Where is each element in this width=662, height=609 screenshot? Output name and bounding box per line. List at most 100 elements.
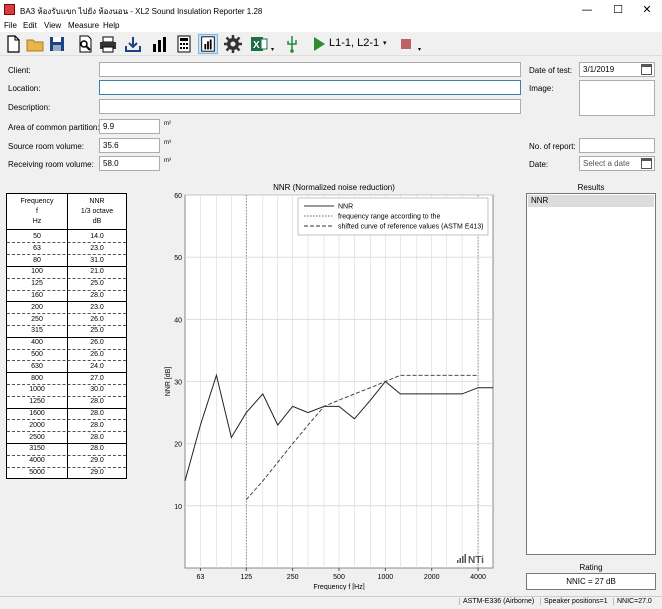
table-cell-nnr: 28.0 bbox=[90, 410, 104, 417]
table-cell-nnr: 24.0 bbox=[90, 362, 104, 370]
play-icon[interactable] bbox=[309, 34, 329, 54]
table-cell-nnr: 25.0 bbox=[90, 327, 104, 335]
close-button[interactable]: ✕ bbox=[632, 0, 662, 20]
date-of-test-value: 3/1/2019 bbox=[583, 65, 615, 74]
status-standard: ASTM-E336 (Airborne) bbox=[459, 598, 534, 605]
new-file-icon[interactable] bbox=[3, 34, 23, 54]
legend-label: frequency range according to the bbox=[338, 214, 440, 221]
description-input[interactable] bbox=[99, 99, 521, 114]
bar-chart-icon[interactable] bbox=[149, 34, 169, 54]
usb-icon[interactable] bbox=[282, 34, 302, 54]
menu-file[interactable]: File bbox=[4, 21, 17, 30]
table-cell-nnr: 28.0 bbox=[90, 421, 104, 429]
table-cell-frequency: 2500 bbox=[29, 433, 45, 441]
settings-gear-icon[interactable] bbox=[223, 34, 243, 54]
table-row-divider bbox=[7, 242, 126, 244]
table-cell-frequency: 80 bbox=[33, 256, 41, 264]
table-cell-nnr: 26.0 bbox=[90, 315, 104, 323]
table-cell-frequency: 1600 bbox=[29, 410, 45, 417]
location-input[interactable] bbox=[99, 80, 521, 95]
menu-help[interactable]: Help bbox=[103, 21, 119, 30]
menu-edit[interactable]: Edit bbox=[23, 21, 37, 30]
date-of-test-picker[interactable]: 3/1/2019 bbox=[579, 62, 655, 77]
position-dropdown-icon[interactable]: ▾ bbox=[383, 39, 387, 47]
table-cell-frequency: 1000 bbox=[29, 386, 45, 394]
title-bar: BA3 ห้องรับแขก ไปยัง ห้องนอน - XL2 Sound… bbox=[0, 0, 662, 20]
toolbar: X ▾ L1-1, L2-1 ▾ ▾ bbox=[0, 32, 662, 56]
table-cell-frequency: 500 bbox=[31, 351, 43, 358]
y-tick-label: 30 bbox=[174, 380, 182, 387]
table-cell-nnr: 30.0 bbox=[90, 386, 104, 394]
y-axis-label: NNR [dB] bbox=[165, 367, 172, 397]
stop-icon[interactable] bbox=[396, 34, 416, 54]
table-row-divider bbox=[7, 454, 126, 456]
client-input[interactable] bbox=[99, 62, 521, 77]
receiving-volume-input[interactable] bbox=[99, 156, 160, 171]
save-icon[interactable] bbox=[47, 34, 67, 54]
table-cell-frequency: 160 bbox=[31, 292, 43, 299]
table-row-divider bbox=[7, 442, 126, 444]
header-line: 1/3 octave bbox=[80, 208, 114, 215]
receiving-volume-label: Receiving room volume: bbox=[8, 160, 94, 169]
minimize-button[interactable]: — bbox=[572, 0, 602, 20]
description-label: Description: bbox=[8, 103, 51, 112]
rating-title: Rating bbox=[579, 563, 603, 572]
table-cell-nnr: 31.0 bbox=[90, 256, 104, 264]
table-cell-nnr: 28.0 bbox=[90, 445, 104, 453]
table-row-divider bbox=[7, 313, 126, 315]
svg-text:X: X bbox=[253, 40, 260, 51]
status-nnic: NNIC=27.0 bbox=[613, 598, 652, 605]
window-title: BA3 ห้องรับแขก ไปยัง ห้องนอน - XL2 Sound… bbox=[20, 7, 263, 16]
maximize-button[interactable]: ☐ bbox=[603, 0, 633, 20]
x-tick-label: 4000 bbox=[470, 574, 486, 581]
table-cell-frequency: 400 bbox=[31, 339, 43, 347]
table-row-divider bbox=[7, 289, 126, 291]
source-volume-label: Source room volume: bbox=[8, 142, 85, 151]
logo-bar bbox=[462, 556, 464, 563]
x-tick-label: 2000 bbox=[424, 574, 440, 581]
date-of-test-label: Date of test: bbox=[529, 66, 573, 75]
calculator-icon[interactable] bbox=[174, 34, 194, 54]
open-folder-icon[interactable] bbox=[25, 34, 45, 54]
table-cell-frequency: 125 bbox=[31, 280, 43, 288]
print-preview-icon[interactable] bbox=[75, 34, 95, 54]
table-cell-frequency: 100 bbox=[31, 268, 43, 276]
nnr-chart: 10 20 30 40 50 60 63 125 250 500 1000 2000 4000 NNR fr… bbox=[165, 193, 494, 590]
report-number-input[interactable] bbox=[579, 138, 655, 153]
header-line: f bbox=[36, 208, 38, 215]
table-cell-frequency: 2000 bbox=[29, 421, 45, 429]
print-icon[interactable] bbox=[98, 34, 118, 54]
stop-dropdown-icon[interactable]: ▾ bbox=[418, 46, 421, 53]
calendar-icon[interactable] bbox=[641, 64, 652, 75]
area-label: Area of common partition: bbox=[8, 123, 100, 132]
calendar-icon[interactable] bbox=[641, 158, 652, 169]
status-bar: ASTM-E336 (Airborne) Speaker positions=1… bbox=[0, 596, 662, 609]
report-view-icon[interactable] bbox=[198, 34, 218, 54]
table-cell-frequency: 5000 bbox=[29, 469, 45, 476]
header-line: NNR bbox=[89, 198, 105, 205]
excel-dropdown-icon[interactable]: ▾ bbox=[271, 46, 274, 53]
excel-export-icon[interactable]: X bbox=[249, 34, 269, 54]
table-cell-nnr: 27.0 bbox=[90, 374, 104, 382]
table-row-divider bbox=[7, 431, 126, 433]
table-cell-nnr: 29.0 bbox=[90, 469, 104, 476]
image-box[interactable] bbox=[579, 80, 655, 116]
date-label: Date: bbox=[529, 160, 549, 169]
table-cell-frequency: 800 bbox=[31, 374, 43, 382]
area-unit: m² bbox=[164, 121, 171, 127]
import-icon[interactable] bbox=[123, 34, 143, 54]
table-cell-nnr: 28.0 bbox=[90, 433, 104, 441]
area-input[interactable] bbox=[99, 119, 160, 134]
table-row-divider bbox=[7, 265, 126, 267]
menu-measure[interactable]: Measure bbox=[68, 21, 99, 30]
table-row-divider bbox=[7, 419, 126, 421]
date-picker[interactable]: Select a date bbox=[579, 156, 655, 171]
table-cell-nnr: 29.0 bbox=[90, 457, 104, 465]
table-row-divider bbox=[7, 254, 126, 256]
source-volume-input[interactable] bbox=[99, 138, 160, 153]
results-header[interactable]: NNR bbox=[528, 195, 654, 207]
table-cell-frequency: 200 bbox=[31, 303, 43, 311]
menu-view[interactable]: View bbox=[44, 21, 61, 30]
position-selector[interactable]: L1-1, L2-1 bbox=[329, 37, 379, 49]
table-cell-nnr: 21.0 bbox=[90, 268, 104, 276]
